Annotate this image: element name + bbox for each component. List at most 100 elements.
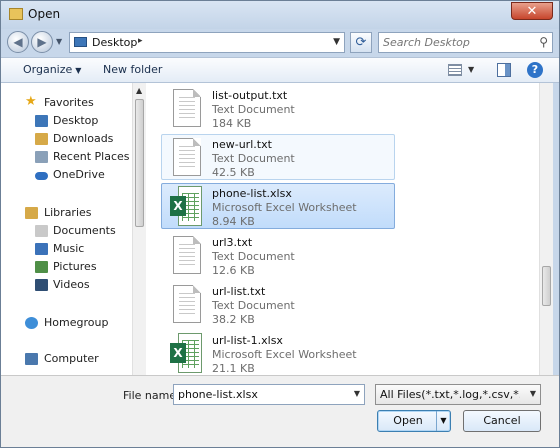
chevron-down-icon[interactable]: ▼ bbox=[530, 389, 536, 398]
sidebar-item-computer[interactable]: Computer bbox=[1, 350, 132, 368]
file-size: 21.1 KB bbox=[212, 362, 255, 375]
file-name-combobox[interactable]: ▼ bbox=[173, 384, 365, 405]
sidebar-item-videos[interactable]: Videos bbox=[1, 276, 132, 294]
close-button[interactable]: ✕ bbox=[511, 2, 553, 20]
file-item[interactable]: Xurl-list-1.xlsx Microsoft Excel Workshee… bbox=[161, 330, 395, 375]
sidebar-item-label: Documents bbox=[53, 224, 116, 237]
file-name: url-list.txt bbox=[212, 285, 266, 298]
breadcrumb-desktop[interactable]: Desktop bbox=[92, 36, 137, 49]
cancel-button[interactable]: Cancel bbox=[463, 410, 541, 432]
sidebar-item-label: Computer bbox=[44, 352, 99, 365]
navigation-bar: ◀ ▶ ▼ Desktop ▸ ▼ ⟳ ⚲ bbox=[1, 29, 559, 55]
sidebar-item-label: Videos bbox=[53, 278, 90, 291]
text-document-icon bbox=[173, 236, 201, 274]
sidebar-item-recent-places[interactable]: Recent Places bbox=[1, 148, 132, 166]
scrollbar-thumb[interactable] bbox=[542, 266, 551, 306]
sidebar-item-label: Pictures bbox=[53, 260, 97, 273]
new-folder-button[interactable]: New folder bbox=[103, 63, 162, 76]
chevron-down-icon: ▼ bbox=[75, 66, 82, 75]
open-button-label: Open bbox=[393, 414, 423, 427]
scroll-up-icon[interactable]: ▲ bbox=[136, 86, 142, 95]
file-name: list-output.txt bbox=[212, 89, 288, 102]
sidebar-item-label: Desktop bbox=[53, 114, 99, 127]
downloads-icon bbox=[35, 133, 48, 145]
sidebar-item-downloads[interactable]: Downloads bbox=[1, 130, 132, 148]
computer-icon bbox=[25, 353, 38, 365]
text-document-icon bbox=[173, 138, 201, 176]
forward-button[interactable]: ▶ bbox=[31, 31, 53, 53]
folder-icon bbox=[9, 8, 23, 20]
sidebar-item-pictures[interactable]: Pictures bbox=[1, 258, 132, 276]
file-name: url-list-1.xlsx bbox=[212, 334, 283, 347]
navigation-pane: ★ Favorites Desktop Downloads Recent Places O… bbox=[1, 83, 132, 375]
file-type: Text Document bbox=[212, 152, 295, 165]
chevron-down-icon[interactable]: ▼ bbox=[354, 389, 360, 398]
file-name-input[interactable] bbox=[178, 387, 338, 402]
file-name: phone-list.xlsx bbox=[212, 187, 292, 200]
open-button[interactable]: Open ▼ bbox=[377, 410, 451, 432]
back-button[interactable]: ◀ bbox=[7, 31, 29, 53]
videos-icon bbox=[35, 279, 48, 291]
file-size: 42.5 KB bbox=[212, 166, 255, 179]
homegroup-icon bbox=[25, 317, 38, 329]
address-dropdown-icon[interactable]: ▼ bbox=[333, 37, 340, 47]
recent-places-icon bbox=[35, 151, 48, 163]
navigation-pane-scrollbar[interactable]: ▲ bbox=[132, 83, 146, 375]
sidebar-item-label: Favorites bbox=[44, 96, 94, 109]
file-type: Microsoft Excel Worksheet bbox=[212, 201, 357, 214]
command-bar: Organize ▼ New folder ▼ ? bbox=[1, 57, 559, 83]
title-bar: Open ✕ bbox=[1, 1, 559, 29]
file-type-filter[interactable]: All Files(*.txt,*.log,*.csv,*.xls,*.xl ▼ bbox=[375, 384, 541, 405]
file-item[interactable]: url3.txt Text Document 12.6 KB bbox=[161, 232, 395, 278]
preview-pane-icon[interactable] bbox=[497, 63, 511, 77]
sidebar-item-homegroup[interactable]: Homegroup bbox=[1, 314, 132, 332]
sidebar-item-label: Music bbox=[53, 242, 85, 255]
view-options-dropdown-icon[interactable]: ▼ bbox=[468, 65, 474, 74]
sidebar-item-label: Libraries bbox=[44, 206, 92, 219]
address-bar[interactable]: Desktop ▸ ▼ bbox=[69, 32, 345, 53]
music-icon bbox=[35, 243, 48, 255]
file-item[interactable]: url-list.txt Text Document 38.2 KB bbox=[161, 281, 395, 327]
sidebar-item-onedrive[interactable]: OneDrive bbox=[1, 166, 132, 184]
file-list-scrollbar[interactable] bbox=[539, 83, 553, 375]
search-icon[interactable]: ⚲ bbox=[539, 35, 548, 49]
file-item[interactable]: list-output.txt Text Document 184 KB bbox=[161, 85, 395, 131]
breadcrumb-arrow-icon[interactable]: ▸ bbox=[138, 36, 143, 46]
sidebar-item-label: Downloads bbox=[53, 132, 114, 145]
file-item[interactable]: new-url.txt Text Document 42.5 KB bbox=[161, 134, 395, 180]
pictures-icon bbox=[35, 261, 48, 273]
file-type: Text Document bbox=[212, 250, 295, 263]
sidebar-item-documents[interactable]: Documents bbox=[1, 222, 132, 240]
documents-icon bbox=[35, 225, 48, 237]
organize-button[interactable]: Organize ▼ bbox=[23, 63, 81, 76]
sidebar-item-label: OneDrive bbox=[53, 168, 105, 181]
recent-locations-dropdown[interactable]: ▼ bbox=[56, 38, 64, 46]
sidebar-item-music[interactable]: Music bbox=[1, 240, 132, 258]
help-icon[interactable]: ? bbox=[527, 62, 543, 78]
text-document-icon bbox=[173, 285, 201, 323]
file-item[interactable]: Xphone-list.xlsx Microsoft Excel Workshee… bbox=[161, 183, 395, 229]
file-size: 38.2 KB bbox=[212, 313, 255, 326]
file-list: list-output.txt Text Document 184 KB new-ur… bbox=[146, 83, 539, 375]
libraries-icon bbox=[25, 207, 38, 219]
sidebar-item-label: Recent Places bbox=[53, 150, 130, 163]
file-name: url3.txt bbox=[212, 236, 253, 249]
open-options-dropdown-icon[interactable]: ▼ bbox=[436, 411, 450, 431]
refresh-button[interactable]: ⟳ bbox=[350, 32, 372, 53]
scrollbar-thumb[interactable] bbox=[135, 99, 144, 227]
file-size: 184 KB bbox=[212, 117, 252, 130]
search-input[interactable] bbox=[383, 35, 528, 50]
window-title: Open bbox=[28, 7, 61, 21]
file-type: Text Document bbox=[212, 299, 295, 312]
change-view-icon[interactable] bbox=[448, 64, 462, 76]
sidebar-item-libraries[interactable]: Libraries bbox=[1, 204, 132, 222]
excel-worksheet-icon: X bbox=[170, 333, 202, 373]
sidebar-item-desktop[interactable]: Desktop bbox=[1, 112, 132, 130]
file-size: 8.94 KB bbox=[212, 215, 255, 228]
file-size: 12.6 KB bbox=[212, 264, 255, 277]
desktop-icon bbox=[35, 115, 48, 127]
organize-label: Organize bbox=[23, 63, 73, 76]
sidebar-item-label: Homegroup bbox=[44, 316, 109, 329]
search-box[interactable]: ⚲ bbox=[378, 32, 553, 53]
sidebar-item-favorites[interactable]: ★ Favorites bbox=[1, 94, 132, 112]
